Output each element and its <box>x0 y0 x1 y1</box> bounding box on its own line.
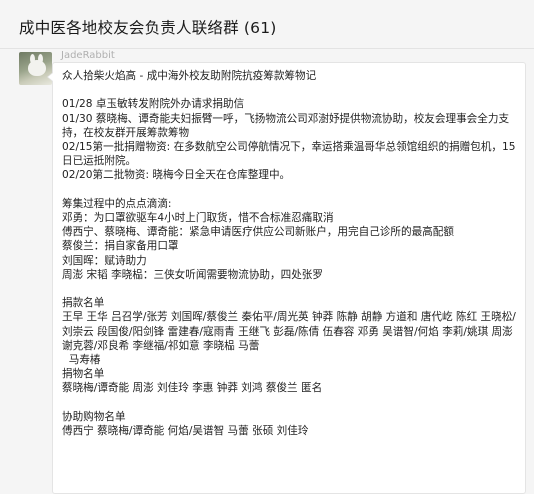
message-text: 众人拾柴火焰高 - 成中海外校友助附院抗疫筹款筹物记 01/28 卓玉敏转发附院… <box>62 69 520 438</box>
message-line: 邓勇：为口罩欲驱车4小时上门取货，惜不合标准忍痛取消 <box>62 212 334 224</box>
section-heading: 协助购物名单 <box>62 410 126 423</box>
chat-header: 成中医各地校友会负责人联络群 (61) <box>0 0 534 49</box>
section-heading: 捐款名单 <box>62 297 105 310</box>
group-title: 成中医各地校友会负责人联络群 (61) <box>19 19 277 37</box>
message-line: 刘国晖：赋诗助力 <box>62 254 147 267</box>
message-title: 众人拾柴火焰高 - 成中海外校友助附院抗疫筹款筹物记 <box>62 70 317 82</box>
message-line: 02/20第二批物资: 晓梅今日全天在仓库整理中。 <box>62 169 291 182</box>
rabbit-avatar-icon <box>28 60 46 76</box>
section-heading: 筹集过程中的点点滴滴: <box>62 197 172 210</box>
purchase-helper-list: 傅西宁 蔡晓梅/谭奇能 何焰/吴谱智 马蕾 张硕 刘佳玲 <box>62 425 309 438</box>
donor-list: 王早 王华 吕召学/张芳 刘国晖/蔡俊兰 秦佑平/周光英 钟莽 陈静 胡静 方道… <box>62 311 516 352</box>
message-line: 傅西宁、蔡晓梅、谭奇能：紧急申请医疗供应公司新账户，用完自己诊所的最高配额 <box>62 226 454 239</box>
donor-list-continued: 马寿椿 <box>62 354 101 367</box>
section-heading: 捐物名单 <box>62 368 105 381</box>
material-donor-list: 蔡晓梅/谭奇能 周澎 刘佳玲 李惠 钟莽 刘鸿 蔡俊兰 匿名 <box>62 382 323 395</box>
message-line: 01/30 蔡晓梅、谭奇能夫妇振臂一呼，飞扬物流公司邓澍妤提供物流协助，校友会理… <box>62 112 510 139</box>
message-line: 蔡俊兰：捐自家备用口罩 <box>62 240 179 253</box>
sender-name: JadeRabbit <box>61 50 115 61</box>
bubble-arrow-inner <box>48 73 53 81</box>
message-line: 01/28 卓玉敏转发附院外办请求捐助信 <box>62 98 245 111</box>
message-line: 周澎 宋韬 李晓榀：三侠女听闻需要物流协助，四处张罗 <box>62 268 323 281</box>
message-line: 02/15第一批捐赠物资: 在多数航空公司停航情况下，幸运搭乘温哥华总领馆组织的… <box>62 141 516 168</box>
